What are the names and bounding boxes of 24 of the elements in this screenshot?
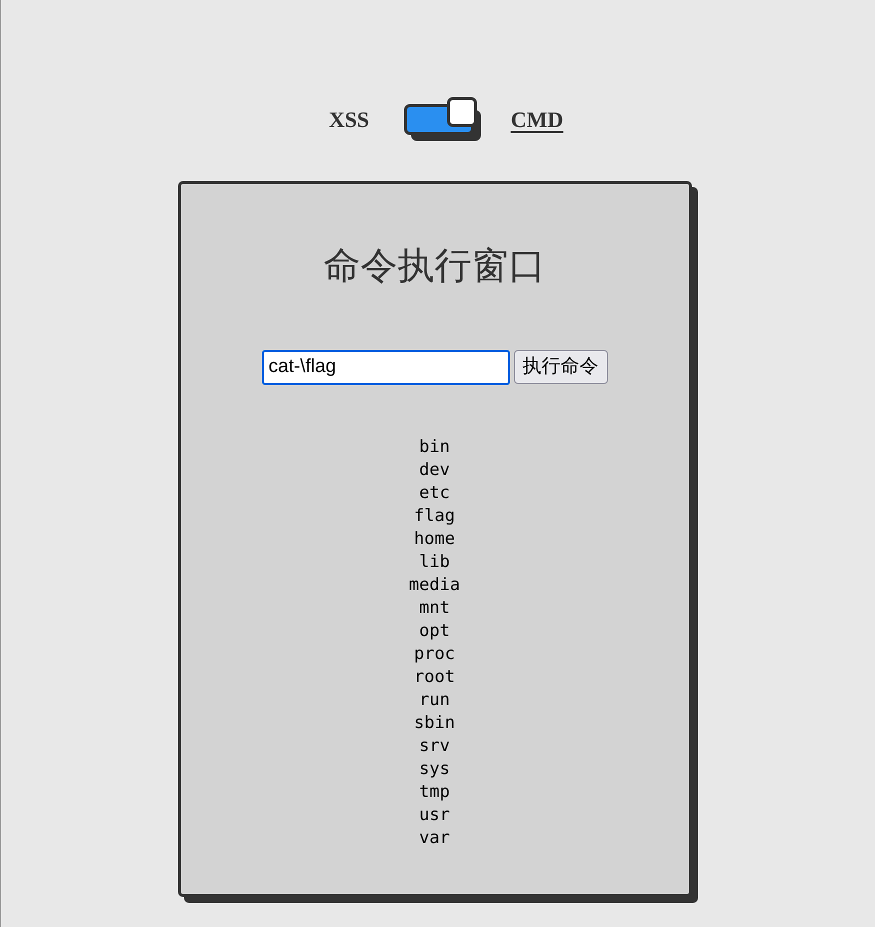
mode-label[interactable]: CMD [510, 102, 564, 136]
run-button[interactable]: 执行命令 [514, 350, 608, 384]
output-line: mnt [419, 596, 450, 620]
output-line: opt [419, 620, 450, 642]
output-line: sys [419, 758, 450, 780]
output-line: run [419, 688, 450, 712]
mode-label[interactable]: XSS [328, 102, 370, 136]
output-line: usr [419, 804, 450, 826]
output-line: bin [419, 436, 450, 458]
panel-title: 命令执行窗口 [324, 245, 546, 289]
output-line: sbin [414, 712, 455, 734]
output-line: proc [414, 642, 455, 666]
command-input[interactable]: cat-\flag [262, 350, 510, 384]
output-line: tmp [419, 780, 450, 804]
output-line: flag [414, 504, 455, 528]
output-line: var [419, 826, 450, 850]
output-line: media [408, 574, 460, 596]
output-line: etc [419, 482, 450, 504]
output-line: root [414, 666, 455, 688]
output-line: lib [419, 550, 450, 574]
output-line: home [414, 528, 455, 550]
output-line: dev [419, 458, 450, 482]
output-line: srv [419, 734, 450, 758]
mode-toggle[interactable] [404, 97, 482, 141]
